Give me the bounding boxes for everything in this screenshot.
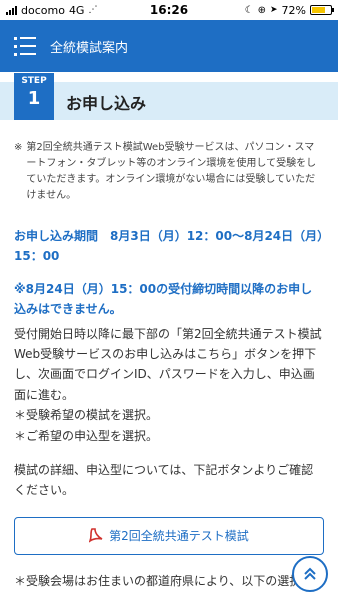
battery-fill — [312, 7, 325, 13]
signal-icon — [6, 5, 17, 15]
double-chevron-up-icon — [304, 567, 316, 580]
header-title: 全統模試案内 — [50, 40, 129, 56]
battery-icon — [310, 5, 334, 15]
instructions-line-2: ＊ご希望の申込型を選択。 — [14, 428, 159, 443]
step-label: STEP — [21, 76, 47, 86]
step-badge: STEP 1 — [14, 73, 54, 120]
network-type: 4G — [68, 3, 85, 17]
venue-note: ＊受験会場はお住まいの都道府県により、以下の選択。 — [14, 573, 314, 588]
orientation-lock-icon: ⊕ — [257, 4, 266, 16]
note-mark: ※ — [14, 142, 23, 153]
instructions: 受付開始日時以降に最下部の「第2回全統共通テスト模試Web受験サービスのお申し込… — [14, 324, 324, 446]
application-period: お申し込み期間 8月3日（月）12：00〜8月24日（月）15：00 — [14, 229, 324, 264]
online-note: ※ 第2回全統共通テスト模試Web受験サービスは、パソコン・スマートフォン・タブ… — [14, 140, 324, 204]
wifi-icon: ⋰ — [88, 5, 98, 15]
pdf-exam-button[interactable]: 第2回全統共通テスト模試 — [14, 516, 324, 555]
hamburger-menu-icon[interactable] — [14, 36, 36, 56]
instructions-main: 受付開始日時以降に最下部の「第2回全統共通テスト模試Web受験サービスのお申し込… — [14, 326, 322, 402]
main-content: ※ 第2回全統共通テスト模試Web受験サービスは、パソコン・スマートフォン・タブ… — [0, 140, 338, 591]
step-title: お申し込み — [66, 94, 147, 113]
pdf-button-label: 第2回全統共通テスト模試 — [109, 529, 249, 544]
scroll-to-top-button[interactable] — [292, 556, 328, 592]
location-icon: ➤ — [270, 5, 278, 15]
carrier-name: docomo — [21, 3, 65, 17]
battery-percent: 72% — [281, 3, 306, 17]
pdf-file-icon — [89, 528, 103, 543]
moon-icon: ☾ — [244, 4, 254, 16]
details-text: 模試の詳細、申込型については、下記ボタンよりご確認ください。 — [14, 462, 314, 498]
note-text: 第2回全統共通テスト模試Web受験サービスは、パソコン・スマートフォン・タブレッ… — [26, 142, 317, 201]
instructions-line-1: ＊受験希望の模試を選択。 — [14, 408, 159, 423]
deadline-warning: ※8月24日（月）15：00の受付締切時間以降のお申し込みはできません。 — [14, 281, 313, 317]
step-number: 1 — [27, 88, 41, 109]
status-right: ☾ ⊕ ➤ 72% — [244, 3, 334, 17]
status-bar: docomo 4G ⋰ 16:26 ☾ ⊕ ➤ 72% — [0, 0, 338, 20]
status-left: docomo 4G ⋰ — [6, 4, 97, 17]
app-header: 全統模試案内 — [0, 20, 338, 72]
step-heading: STEP 1 お申し込み — [0, 73, 338, 126]
